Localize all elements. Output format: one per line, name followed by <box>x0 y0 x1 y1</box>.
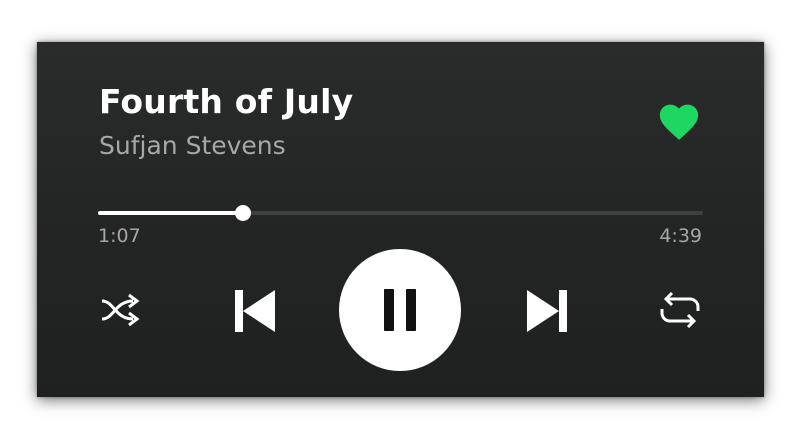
track-title: Fourth of July <box>99 82 354 121</box>
skip-previous-icon[interactable] <box>234 289 276 333</box>
shuffle-icon[interactable] <box>100 292 142 328</box>
pause-button[interactable] <box>339 249 461 371</box>
progress-fill <box>98 211 244 215</box>
repeat-icon[interactable] <box>658 291 702 329</box>
progress-handle[interactable] <box>235 205 252 221</box>
progress-bar[interactable] <box>98 205 703 221</box>
total-time: 4:39 <box>659 225 702 247</box>
now-playing-card: Fourth of July Sufjan Stevens 1:07 4:39 <box>37 42 764 397</box>
elapsed-time: 1:07 <box>98 225 141 247</box>
artist-name[interactable]: Sufjan Stevens <box>99 130 286 162</box>
pause-icon <box>406 289 416 331</box>
skip-next-icon[interactable] <box>526 289 568 333</box>
pause-icon <box>384 289 394 331</box>
heart-icon[interactable] <box>656 98 702 142</box>
